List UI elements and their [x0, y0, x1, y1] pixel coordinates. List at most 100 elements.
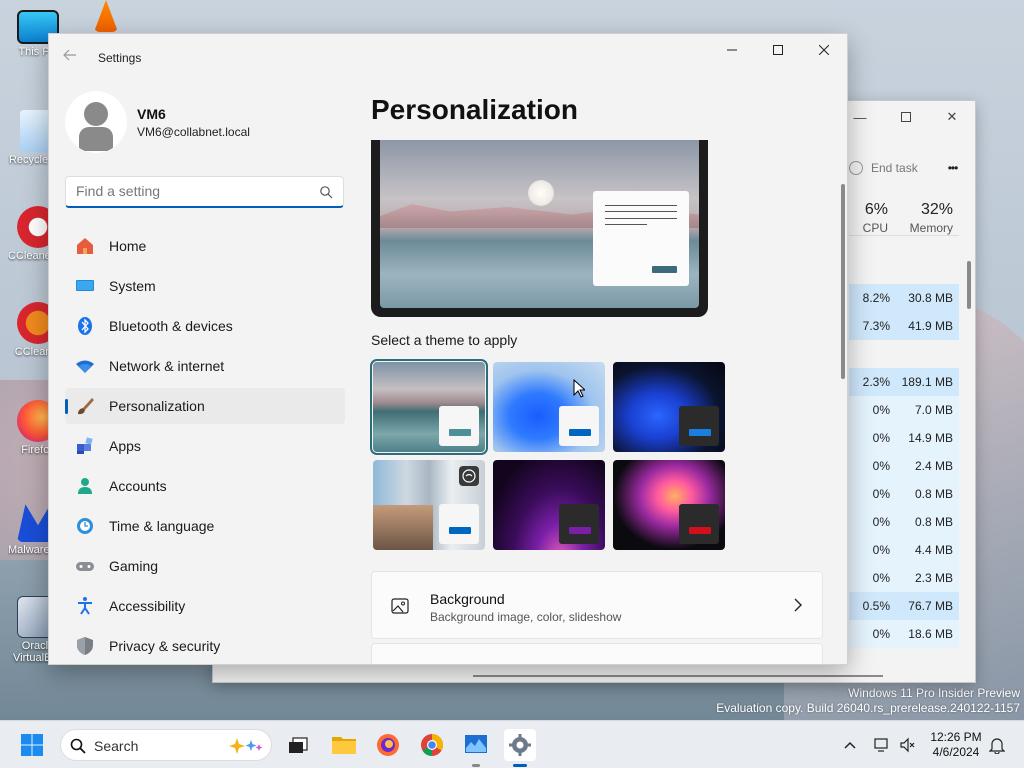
- start-button[interactable]: [16, 729, 48, 761]
- apps-icon: [75, 436, 95, 456]
- profile-name: VM6: [137, 106, 166, 122]
- table-row[interactable]: 0% 18.6 MB: [849, 620, 959, 648]
- clock-date: 4/6/2024: [932, 745, 980, 759]
- table-row[interactable]: 0% 14.9 MB: [849, 424, 959, 452]
- maximize-icon[interactable]: [883, 101, 929, 133]
- search-icon[interactable]: [319, 185, 333, 199]
- theme-preview-chip: [679, 406, 719, 446]
- table-row[interactable]: 0% 7.0 MB: [849, 396, 959, 424]
- search-input[interactable]: [76, 183, 316, 199]
- profile-email: VM6@collabnet.local: [137, 125, 250, 139]
- theme-tile-spotlight[interactable]: [373, 460, 485, 550]
- notifications-button[interactable]: [986, 729, 1008, 761]
- home-icon: [75, 236, 95, 256]
- settings-taskbar-button[interactable]: [504, 729, 536, 767]
- desktop-icon-vlc[interactable]: [86, 0, 126, 34]
- taskbar-search[interactable]: Search: [60, 729, 272, 761]
- sidebar-item-label: Accessibility: [109, 598, 186, 614]
- cpu-column-header[interactable]: 6% CPU: [849, 201, 894, 235]
- theme-preview-chip: [679, 504, 719, 544]
- task-manager-horizontal-scrollbar[interactable]: [473, 675, 883, 677]
- theme-tile-lake[interactable]: [370, 359, 488, 455]
- active-indicator: [513, 764, 527, 767]
- memory-cell: 14.9 MB: [894, 424, 959, 452]
- table-row[interactable]: 0.5% 76.7 MB: [849, 592, 959, 620]
- shield-icon: [75, 636, 95, 656]
- sidebar-item-label: Accounts: [109, 478, 167, 494]
- network-tray-button[interactable]: [868, 729, 896, 761]
- memory-cell: 2.3 MB: [894, 564, 959, 592]
- preview-wallpaper: [380, 140, 699, 308]
- table-row[interactable]: 0% 0.8 MB: [849, 508, 959, 536]
- cpu-cell: 0%: [849, 620, 894, 648]
- task-manager-scrollbar[interactable]: [967, 261, 971, 309]
- theme-tile-bloom-dark[interactable]: [613, 362, 725, 452]
- background-title: Background: [430, 591, 505, 607]
- table-row[interactable]: 0% 2.3 MB: [849, 564, 959, 592]
- task-view-button[interactable]: [282, 729, 314, 761]
- theme-tile-flow[interactable]: [613, 460, 725, 550]
- preview-line: [605, 211, 677, 212]
- table-row[interactable]: [849, 340, 959, 368]
- more-options-button[interactable]: •••: [948, 161, 959, 175]
- chrome-button[interactable]: [416, 729, 448, 761]
- bell-icon: [989, 738, 1005, 754]
- sidebar-item-accounts[interactable]: Accounts: [65, 468, 345, 504]
- theme-tile-bloom-light[interactable]: [493, 362, 605, 452]
- windows-logo-icon: [21, 734, 43, 756]
- sidebar-item-label: Home: [109, 238, 147, 254]
- image-icon: [391, 598, 409, 614]
- theme-preview: [371, 140, 708, 317]
- memory-column-header[interactable]: 32% Memory: [894, 201, 959, 235]
- mouse-cursor-icon: [573, 379, 585, 398]
- file-explorer-button[interactable]: [328, 729, 360, 761]
- colors-settings-card[interactable]: [371, 643, 823, 664]
- main-content: Personalization Select a theme to apply: [370, 34, 847, 664]
- close-icon[interactable]: ✕: [929, 101, 975, 133]
- table-row[interactable]: 0% 2.4 MB: [849, 452, 959, 480]
- page-title: Personalization: [371, 94, 578, 125]
- firefox-button[interactable]: [372, 729, 404, 761]
- sidebar-item-label: Gaming: [109, 558, 159, 574]
- sidebar-item-personalization[interactable]: Personalization: [65, 388, 345, 424]
- table-row[interactable]: 8.2% 30.8 MB: [849, 284, 959, 312]
- sidebar-item-label: Time & language: [109, 518, 215, 534]
- task-view-icon: [289, 737, 308, 753]
- task-manager-button[interactable]: [460, 729, 492, 767]
- theme-tile-glow[interactable]: [493, 460, 605, 550]
- system-clock[interactable]: 12:26 PM 4/6/2024: [924, 730, 988, 760]
- firefox-icon: [377, 734, 399, 756]
- table-row[interactable]: 0% 4.4 MB: [849, 536, 959, 564]
- table-row[interactable]: 7.3% 41.9 MB: [849, 312, 959, 340]
- memory-cell: 4.4 MB: [894, 536, 959, 564]
- memory-cell: 0.8 MB: [894, 480, 959, 508]
- end-task-button[interactable]: End task: [849, 161, 918, 175]
- background-settings-card[interactable]: Background Background image, color, slid…: [371, 571, 823, 639]
- content-scrollbar[interactable]: [841, 184, 845, 379]
- taskbar: Search 12:26 PM 4/6/2024: [0, 720, 1024, 768]
- preview-accent-button: [652, 266, 677, 273]
- table-row[interactable]: 0% 0.8 MB: [849, 480, 959, 508]
- sidebar-item-bluetooth[interactable]: Bluetooth & devices: [65, 308, 345, 344]
- cpu-cell: [849, 340, 894, 368]
- search-box[interactable]: [65, 176, 344, 208]
- sidebar-item-time-language[interactable]: Time & language: [65, 508, 345, 544]
- gamepad-icon: [75, 556, 95, 576]
- avatar[interactable]: [65, 91, 127, 153]
- sidebar-item-system[interactable]: System: [65, 268, 345, 304]
- sidebar-item-privacy[interactable]: Privacy & security: [65, 628, 345, 664]
- sidebar-item-gaming[interactable]: Gaming: [65, 548, 345, 584]
- back-button[interactable]: [63, 48, 83, 68]
- volume-tray-button[interactable]: [894, 729, 922, 761]
- arrow-left-icon: [63, 49, 76, 61]
- show-hidden-icons-button[interactable]: [836, 729, 864, 761]
- settings-window[interactable]: Settings VM6 VM6@collabnet.local Home: [48, 33, 848, 665]
- sidebar-item-network[interactable]: Network & internet: [65, 348, 345, 384]
- sidebar-item-accessibility[interactable]: Accessibility: [65, 588, 345, 624]
- sidebar-item-apps[interactable]: Apps: [65, 428, 345, 464]
- table-row[interactable]: 2.3% 189.1 MB: [849, 368, 959, 396]
- themes-label: Select a theme to apply: [371, 332, 518, 348]
- evaluation-watermark: Windows 11 Pro Insider Preview Evaluatio…: [716, 686, 1020, 716]
- cpu-cell: 0%: [849, 536, 894, 564]
- sidebar-item-home[interactable]: Home: [65, 228, 345, 264]
